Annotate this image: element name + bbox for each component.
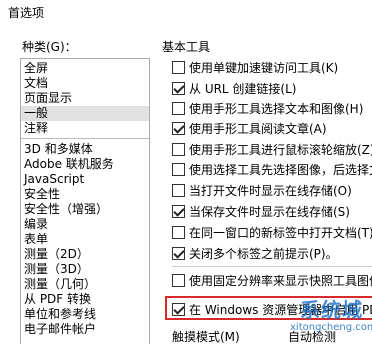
watermark-url: xitongcheng.com (290, 322, 372, 333)
option-row[interactable]: 使用固定分辨率来显示快照工具图像(W) (172, 273, 372, 289)
category-item[interactable]: 页面显示 (24, 91, 72, 106)
category-item[interactable]: 注释 (24, 121, 48, 136)
panel-title: 基本工具 (162, 40, 211, 54)
category-item[interactable]: 从 PDF 转换 (24, 292, 91, 307)
window-title: 首选项 (8, 6, 45, 20)
category-item[interactable]: 测量（2D） (24, 247, 89, 262)
category-label: 种类(G)： (22, 40, 77, 54)
category-item[interactable]: Adobe 联机服务 (24, 157, 114, 172)
option-label: 从 URL 创建链接(L) (189, 82, 297, 96)
category-item[interactable]: 电子邮件帐户 (24, 322, 96, 337)
checkbox[interactable] (172, 82, 185, 95)
option-row[interactable]: 当打开文件时显示在线存储(O) (172, 183, 372, 199)
category-item[interactable]: 测量（3D） (24, 262, 89, 277)
option-label: 在同一窗口的新标签中打开文档(T)（需 (189, 226, 372, 240)
category-list[interactable]: 全屏 文档 页面显示 一般 注释 3D 和多媒体 Adobe 联机服务 JavaScript 安… (20, 58, 150, 344)
category-item[interactable]: 安全性（增强） (24, 202, 108, 217)
checkbox[interactable] (172, 184, 185, 197)
checkbox[interactable] (172, 247, 185, 260)
option-row[interactable]: 使用单键加速键访问工具(K) (172, 60, 372, 76)
watermark-text: 系统城 (300, 298, 363, 322)
category-item[interactable]: 文档 (24, 76, 48, 91)
option-label: 使用固定分辨率来显示快照工具图像(W) (189, 274, 372, 288)
option-row[interactable]: 当保存文件时显示在线存储(S) (172, 204, 372, 220)
option-row[interactable]: 使用手形工具进行鼠标滚轮缩放(Z) (172, 142, 372, 158)
category-item[interactable]: 全屏 (24, 61, 48, 76)
option-label: 使用手形工具阅读文章(A) (189, 122, 327, 136)
option-separator (172, 266, 372, 267)
checkbox[interactable] (172, 274, 185, 287)
checkbox[interactable] (172, 163, 185, 176)
option-row[interactable]: 使用选择工具先选择图像，后选择文本 (172, 162, 372, 178)
option-label: 关闭多个标签之前提示(P)。 (189, 247, 338, 261)
checkbox[interactable] (172, 102, 185, 115)
checkbox[interactable] (172, 226, 185, 239)
option-row[interactable]: 使用手形工具阅读文章(A) (172, 121, 372, 137)
checkbox[interactable] (172, 122, 185, 135)
option-row[interactable]: 关闭多个标签之前提示(P)。 (172, 246, 372, 262)
option-row[interactable]: 从 URL 创建链接(L) (172, 81, 372, 97)
category-item[interactable]: 单位和参考线 (24, 307, 96, 322)
option-label: 当打开文件时显示在线存储(O) (189, 184, 352, 198)
checkbox[interactable] (172, 205, 185, 218)
option-row[interactable]: 使用手形工具选择文本和图像(H) (172, 101, 372, 117)
option-label: 当保存文件时显示在线存储(S) (189, 205, 350, 219)
option-label: 使用单键加速键访问工具(K) (189, 61, 339, 75)
option-label: 使用选择工具先选择图像，后选择文本 (189, 163, 372, 177)
category-item[interactable]: JavaScript (24, 172, 84, 187)
category-item[interactable]: 编录 (24, 217, 48, 232)
category-item[interactable]: 安全性 (24, 187, 60, 202)
checkbox[interactable] (172, 143, 185, 156)
category-item[interactable]: 表单 (24, 232, 48, 247)
category-separator (21, 138, 149, 139)
title-bar: 首选项 (0, 0, 372, 22)
option-label: 使用手形工具进行鼠标滚轮缩放(Z) (189, 143, 372, 157)
category-item[interactable]: 一般 (21, 106, 149, 121)
category-item[interactable]: 测量（几何） (24, 277, 96, 292)
option-row[interactable]: 在同一窗口的新标签中打开文档(T)（需 (172, 225, 372, 241)
option-label: 使用手形工具选择文本和图像(H) (189, 102, 364, 116)
touch-mode-label: 触摸模式(M) (172, 330, 240, 344)
category-item[interactable]: 3D 和多媒体 (24, 142, 93, 157)
checkbox[interactable] (172, 61, 185, 74)
